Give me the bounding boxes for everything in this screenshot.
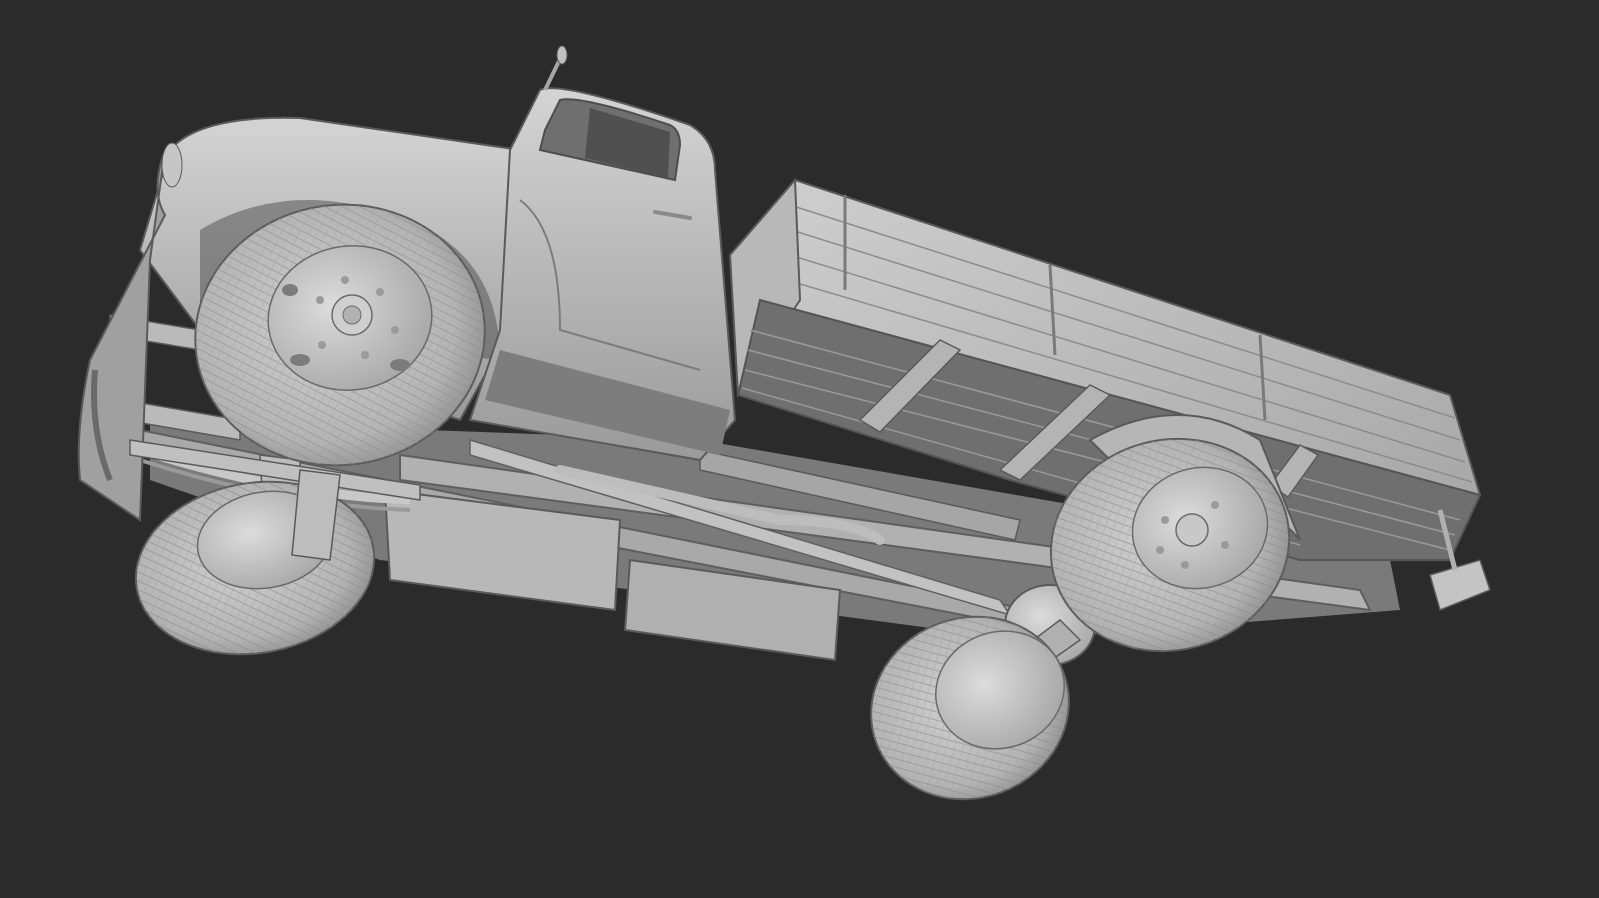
render-viewport [0,0,1599,898]
truck-model-render [77,45,1491,801]
